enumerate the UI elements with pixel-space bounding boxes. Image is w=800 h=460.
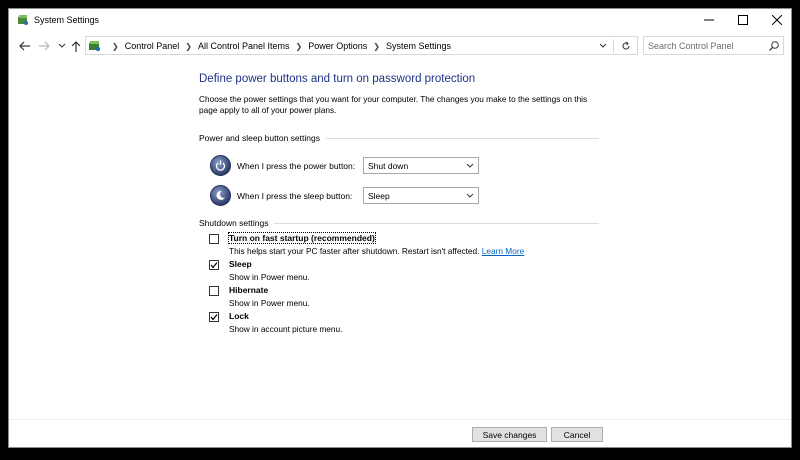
back-button[interactable] (17, 39, 31, 53)
sleep-button-select[interactable]: Sleep (363, 187, 479, 204)
shutdown-section-heading: Shutdown settings (199, 218, 599, 228)
power-button-value: Shut down (368, 161, 409, 171)
breadcrumb-chevron-icon[interactable]: ❯ (296, 42, 303, 51)
section-divider (325, 137, 599, 139)
fast-startup-desc: This helps start your PC faster after sh… (229, 246, 524, 256)
power-button-select[interactable]: Shut down (363, 157, 479, 174)
breadcrumb-chevron-icon[interactable]: ❯ (112, 42, 119, 51)
breadcrumb-control-panel[interactable]: Control Panel (125, 41, 180, 51)
fast-startup-label[interactable]: Turn on fast startup (recommended) (228, 232, 376, 244)
back-arrow-icon (18, 41, 30, 51)
breadcrumb-chevron-icon[interactable]: ❯ (185, 42, 192, 51)
learn-more-link[interactable]: Learn More (482, 246, 524, 256)
fast-startup-desc-text: This helps start your PC faster after sh… (229, 246, 480, 256)
power-button-label: When I press the power button: (237, 161, 356, 171)
title-bar[interactable]: System Settings (9, 9, 791, 31)
forward-arrow-icon (38, 41, 50, 51)
sleep-moon-icon (210, 185, 231, 206)
refresh-icon (622, 41, 630, 50)
refresh-button[interactable] (618, 39, 634, 53)
breadcrumb-chevron-icon[interactable]: ❯ (373, 42, 380, 51)
search-input[interactable] (648, 39, 763, 52)
close-icon (772, 15, 782, 25)
sleep-checkbox[interactable] (209, 260, 219, 270)
address-bar[interactable]: ❯ Control Panel ❯ All Control Panel Item… (85, 36, 638, 55)
up-button[interactable] (69, 39, 83, 53)
address-dropdown-button[interactable] (596, 40, 610, 52)
maximize-button[interactable] (727, 9, 759, 31)
page-title: Define power buttons and turn on passwor… (199, 73, 476, 85)
address-divider (613, 39, 614, 53)
power-section-heading: Power and sleep button settings (199, 133, 599, 143)
checkmark-icon (210, 314, 218, 321)
lock-desc: Show in account picture menu. (229, 324, 343, 334)
minimize-icon (704, 19, 714, 21)
forward-button[interactable] (37, 39, 51, 53)
fast-startup-checkbox[interactable] (209, 234, 219, 244)
control-panel-icon (88, 39, 101, 52)
page-description: Choose the power settings that you want … (199, 94, 588, 115)
checkmark-icon (210, 262, 218, 269)
sleep-button-label: When I press the sleep button: (237, 191, 353, 201)
chevron-down-icon (465, 161, 475, 171)
power-icon (210, 155, 231, 176)
cancel-button[interactable]: Cancel (551, 427, 603, 442)
close-button[interactable] (761, 9, 793, 31)
search-icon[interactable] (768, 40, 780, 52)
breadcrumb-system-settings[interactable]: System Settings (386, 41, 451, 51)
hibernate-checkbox[interactable] (209, 286, 219, 296)
chevron-down-icon (599, 43, 607, 48)
recent-locations-button[interactable] (55, 39, 69, 53)
window-title: System Settings (34, 15, 100, 25)
footer-divider (9, 419, 791, 420)
sleep-desc: Show in Power menu. (229, 272, 310, 282)
search-box[interactable] (643, 36, 784, 55)
up-arrow-icon (71, 40, 81, 52)
section-divider (274, 222, 599, 224)
save-changes-button[interactable]: Save changes (472, 427, 547, 442)
sleep-label[interactable]: Sleep (229, 259, 252, 269)
chevron-down-icon (465, 191, 475, 201)
chevron-down-icon (58, 43, 66, 48)
system-settings-window: System Settings ❯ Control Panel ❯ All Co… (8, 8, 792, 448)
breadcrumb-all-items[interactable]: All Control Panel Items (198, 41, 290, 51)
navigation-bar: ❯ Control Panel ❯ All Control Panel Item… (9, 35, 791, 57)
breadcrumb: ❯ Control Panel ❯ All Control Panel Item… (106, 41, 451, 51)
breadcrumb-power-options[interactable]: Power Options (308, 41, 367, 51)
lock-label[interactable]: Lock (229, 311, 249, 321)
shutdown-section-title: Shutdown settings (199, 218, 269, 228)
lock-checkbox[interactable] (209, 312, 219, 322)
power-button-row: When I press the power button: Shut down (210, 155, 480, 177)
minimize-button[interactable] (693, 9, 725, 31)
sleep-button-value: Sleep (368, 191, 390, 201)
hibernate-desc: Show in Power menu. (229, 298, 310, 308)
sleep-button-row: When I press the sleep button: Sleep (210, 185, 480, 207)
power-section-title: Power and sleep button settings (199, 133, 320, 143)
maximize-icon (738, 15, 748, 25)
control-panel-app-icon (17, 14, 29, 26)
hibernate-label[interactable]: Hibernate (229, 285, 268, 295)
